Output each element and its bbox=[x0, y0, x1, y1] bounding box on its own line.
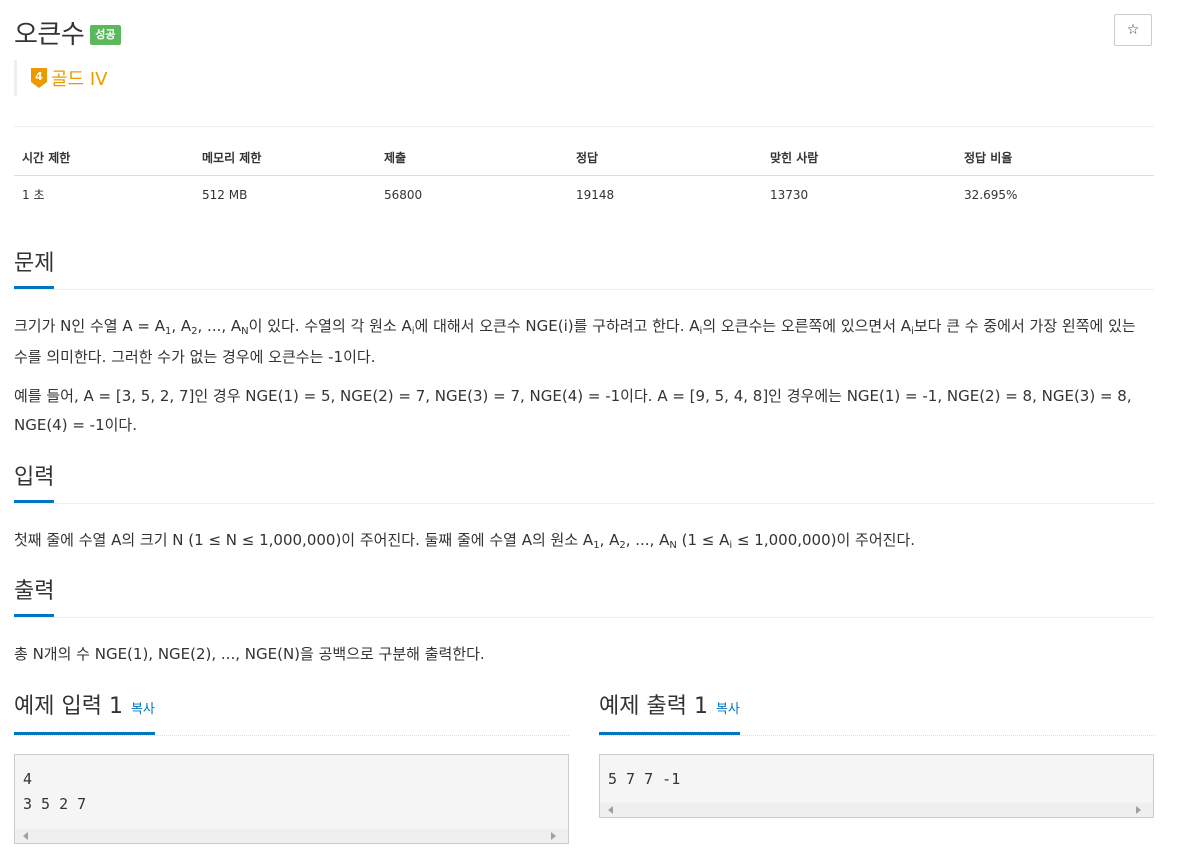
sample-input-heading: 예제 입력 1 bbox=[14, 694, 123, 719]
value-accept-ratio: 32.695% bbox=[964, 187, 1018, 202]
status-badge: 성공 bbox=[90, 25, 121, 45]
header-submissions: 제출 bbox=[376, 144, 568, 176]
sample-output-header: 예제 출력 1 복사 bbox=[599, 693, 1154, 736]
table-header-row: 시간 제한 메모리 제한 제출 정답 맞힌 사람 정답 비율 bbox=[14, 144, 1154, 176]
header-memory-limit: 메모리 제한 bbox=[194, 144, 376, 176]
header-accepted: 정답 bbox=[568, 144, 762, 176]
tier-number: 4 bbox=[35, 70, 43, 83]
input-heading: 입력 bbox=[14, 464, 55, 503]
sample-input-text: 4 3 5 2 7 bbox=[23, 770, 87, 813]
value-time-limit: 1 초 bbox=[22, 188, 45, 202]
copy-sample-input-button[interactable]: 복사 bbox=[131, 702, 155, 717]
scroll-right-icon[interactable] bbox=[1136, 806, 1141, 814]
sample-input-header: 예제 입력 1 복사 bbox=[14, 693, 569, 736]
sample-output-heading: 예제 출력 1 bbox=[599, 694, 708, 719]
tier-block: 4 골드 IV bbox=[14, 60, 107, 96]
header-time-limit: 시간 제한 bbox=[14, 144, 194, 176]
header-solved-users: 맞힌 사람 bbox=[762, 144, 956, 176]
sample-input-scrollbar[interactable] bbox=[15, 829, 568, 843]
input-section-header: 입력 bbox=[14, 464, 1154, 504]
scroll-left-icon[interactable] bbox=[23, 832, 28, 840]
favorite-star-button[interactable]: ☆ bbox=[1114, 14, 1152, 46]
copy-sample-output-button[interactable]: 복사 bbox=[716, 702, 740, 717]
value-submissions[interactable]: 56800 bbox=[376, 176, 568, 214]
sample-output-box[interactable]: 5 7 7 -1 bbox=[599, 754, 1154, 818]
divider bbox=[14, 126, 1154, 127]
value-solved-users[interactable]: 13730 bbox=[762, 176, 956, 214]
sample-input-box[interactable]: 4 3 5 2 7 bbox=[14, 754, 569, 844]
output-description: 총 N개의 수 NGE(1), NGE(2), ..., NGE(N)을 공백으… bbox=[14, 645, 485, 663]
sample-output-text: 5 7 7 -1 bbox=[608, 770, 681, 788]
output-section-header: 출력 bbox=[14, 578, 1154, 618]
tier-label[interactable]: 골드 IV bbox=[51, 65, 107, 91]
problem-section-header: 문제 bbox=[14, 250, 1154, 290]
star-icon: ☆ bbox=[1126, 22, 1140, 38]
value-accepted[interactable]: 19148 bbox=[568, 176, 762, 214]
tier-badge-icon: 4 bbox=[31, 68, 47, 88]
scroll-right-icon[interactable] bbox=[551, 832, 556, 840]
problem-info-table: 시간 제한 메모리 제한 제출 정답 맞힌 사람 정답 비율 1 초 512 M… bbox=[14, 144, 1154, 213]
problem-title: 오큰수 bbox=[14, 19, 85, 50]
value-memory-limit: 512 MB bbox=[202, 187, 248, 202]
input-description: 첫째 줄에 수열 A의 크기 N (1 ≤ N ≤ 1,000,000)이 주어… bbox=[14, 531, 916, 551]
problem-example-text: 예를 들어, A = [3, 5, 2, 7]인 경우 NGE(1) = 5, … bbox=[14, 387, 1132, 434]
scroll-left-icon[interactable] bbox=[608, 806, 613, 814]
sample-output-scrollbar[interactable] bbox=[600, 803, 1153, 817]
output-heading: 출력 bbox=[14, 578, 55, 617]
header-accept-ratio: 정답 비율 bbox=[956, 144, 1154, 176]
problem-description: 크기가 N인 수열 A = A1, A2, ..., AN이 있다. 수열의 각… bbox=[14, 317, 1136, 366]
title-row: 오큰수 성공 bbox=[14, 14, 121, 50]
problem-heading: 문제 bbox=[14, 250, 55, 289]
table-row: 1 초 512 MB 56800 19148 13730 32.695% bbox=[14, 176, 1154, 214]
